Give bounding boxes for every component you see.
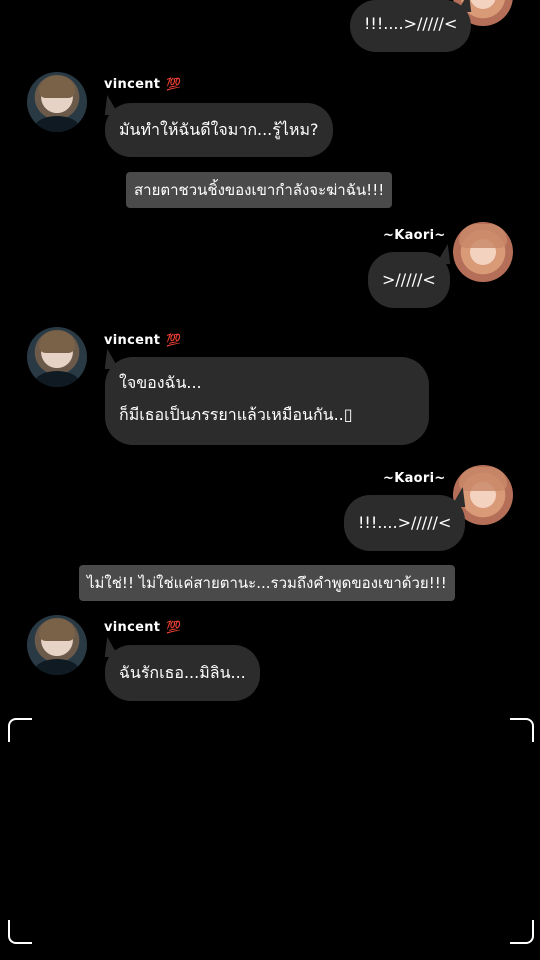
message-bubble-vincent[interactable]: ฉันรักเธอ...มิลิน... [105,645,260,701]
message-bubble-kaori[interactable]: >/////< [368,252,450,308]
message-text: ฉันรักเธอ...มิลิน... [119,663,246,682]
message-line: ก็มีเธอเป็นภรรยาแล้วเหมือนกัน..▯ [119,405,353,424]
frame-corner-top-right [510,718,534,742]
message-text: >/////< [382,270,436,289]
frame-corner-bottom-left [8,920,32,944]
message-text: !!!....>/////< [364,14,458,33]
hundred-points-icon: 💯 [166,333,182,347]
sender-name-kaori: ~Kaori~ [383,228,446,243]
hundred-points-icon: 💯 [166,620,182,634]
message-bubble-kaori[interactable]: !!!....>/////< [344,495,466,551]
sender-name-kaori: ~Kaori~ [383,471,446,486]
message-text: !!!....>/////< [358,513,452,532]
message-bubble-vincent[interactable]: ใจของฉัน... ก็มีเธอเป็นภรรยาแล้วเหมือนกั… [105,357,429,445]
message-text: มันทำให้ฉันดีใจมาก...รู้ไหม? [119,120,319,139]
narration-caption: ไม่ใช่!! ไม่ใช่แค่สายตานะ...รวมถึงคำพูดข… [79,565,455,601]
kaori-avatar[interactable] [453,222,513,282]
vincent-avatar[interactable] [27,72,87,132]
sender-name-vincent: vincent 💯 [104,620,182,635]
sender-name-vincent: vincent 💯 [104,77,182,92]
vincent-avatar[interactable] [27,327,87,387]
sender-name-vincent: vincent 💯 [104,333,182,348]
hundred-points-icon: 💯 [166,77,182,91]
frame-corner-bottom-right [510,920,534,944]
message-line: ใจของฉัน... [119,373,202,392]
message-bubble-vincent[interactable]: มันทำให้ฉันดีใจมาก...รู้ไหม? [105,103,333,157]
message-bubble-kaori[interactable]: !!!....>/////< [350,0,472,52]
narration-caption: สายตาชวนชิ้งของเขากำลังจะฆ่าฉัน!!! [126,172,393,208]
frame-corner-top-left [8,718,32,742]
vincent-avatar[interactable] [27,615,87,675]
